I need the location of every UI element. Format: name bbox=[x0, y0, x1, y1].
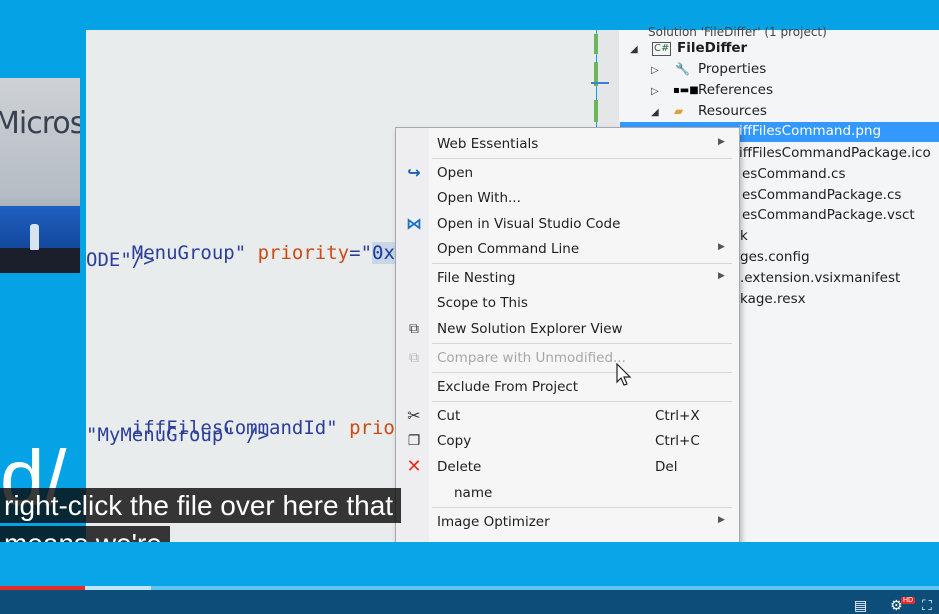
change-marker bbox=[594, 100, 598, 122]
menu-separator bbox=[432, 343, 732, 344]
water-bottle bbox=[30, 224, 39, 250]
menu-shortcut: Ctrl+C bbox=[655, 433, 700, 449]
menu-item-open-with[interactable]: Open With... bbox=[396, 186, 739, 212]
change-marker bbox=[594, 34, 598, 54]
menu-shortcut: Del bbox=[655, 459, 678, 475]
brand-text: Micros bbox=[0, 106, 80, 141]
scissors-icon: ✂ bbox=[407, 406, 421, 425]
menu-item-copy[interactable]: ❐ Copy Ctrl+C bbox=[396, 429, 739, 455]
code-line: ODE"/> bbox=[86, 249, 155, 271]
player-controls bbox=[0, 590, 939, 614]
menu-item-scope-to-this[interactable]: Scope to This bbox=[396, 291, 739, 317]
menu-separator bbox=[432, 263, 732, 264]
tree-item-file[interactable]: iffFilesCommand.png bbox=[739, 121, 881, 142]
menu-item-label: name bbox=[454, 485, 493, 501]
tree-item-file[interactable]: ges.config bbox=[740, 247, 810, 268]
menu-item-label: Web Essentials bbox=[437, 136, 539, 152]
menu-item-delete[interactable]: ✕ Delete Del bbox=[396, 455, 739, 481]
menu-item-label: Copy bbox=[437, 433, 472, 449]
tree-item-file[interactable]: esCommandPackage.cs bbox=[742, 185, 901, 206]
menu-item-label: Open Command Line bbox=[437, 241, 580, 257]
menu-item-label: Open in Visual Studio Code bbox=[437, 216, 621, 232]
code-line: "MyMenuGroup" /> bbox=[86, 424, 270, 446]
menu-item-cut[interactable]: ✂ Cut Ctrl+X bbox=[396, 404, 739, 430]
menu-item-label: File Nesting bbox=[437, 270, 516, 286]
tree-item-file[interactable]: esCommandPackage.vsct bbox=[742, 205, 915, 226]
code-attribute: priority bbox=[257, 242, 350, 264]
code-text: =" bbox=[349, 242, 373, 264]
menu-item-label: Compare with Unmodified... bbox=[437, 350, 626, 366]
subtitles-icon[interactable]: ▤ bbox=[854, 598, 867, 614]
menu-item-exclude-from-project[interactable]: Exclude From Project bbox=[396, 375, 739, 401]
tree-item-properties[interactable]: Properties bbox=[698, 59, 766, 80]
csharp-project-icon: C# bbox=[652, 42, 672, 56]
speaker-video-thumbnail: Micros bbox=[0, 78, 80, 273]
wrench-icon: 🔧 bbox=[675, 62, 690, 76]
menu-separator bbox=[432, 507, 732, 508]
caption-line: right-click the file over here that bbox=[0, 488, 402, 523]
delete-x-icon: ✕ bbox=[406, 456, 422, 477]
expanded-arrow-icon[interactable]: ◢ bbox=[651, 107, 659, 118]
menu-item-rename[interactable]: name bbox=[396, 481, 739, 507]
menu-item-file-nesting[interactable]: File Nesting ▶ bbox=[396, 266, 739, 292]
menu-separator bbox=[432, 401, 732, 402]
copy-icon: ❐ bbox=[407, 433, 421, 449]
menu-item-label: Exclude From Project bbox=[437, 379, 579, 395]
hd-badge: HD bbox=[901, 597, 916, 604]
collapsed-arrow-icon[interactable]: ▷ bbox=[651, 86, 659, 97]
menu-item-label: Cut bbox=[437, 408, 461, 424]
submenu-arrow-icon: ▶ bbox=[718, 137, 725, 147]
menu-item-open-in-vscode[interactable]: ⋈ Open in Visual Studio Code bbox=[396, 212, 739, 238]
tree-item-file[interactable]: .extension.vsixmanifest bbox=[740, 268, 900, 289]
collapsed-arrow-icon[interactable]: ▷ bbox=[651, 65, 659, 76]
submenu-arrow-icon: ▶ bbox=[718, 242, 725, 252]
menu-item-web-essentials[interactable]: Web Essentials ▶ bbox=[396, 132, 739, 158]
menu-item-label: New Solution Explorer View bbox=[437, 321, 623, 337]
submenu-arrow-icon: ▶ bbox=[718, 515, 725, 525]
menu-separator bbox=[432, 372, 732, 373]
project-node[interactable]: FileDiffer bbox=[677, 38, 747, 59]
tree-item-resources[interactable]: Resources bbox=[698, 101, 767, 122]
menu-item-compare-with-unmodified[interactable]: ⧉ Compare with Unmodified... bbox=[396, 346, 739, 372]
menu-separator bbox=[432, 158, 732, 159]
submenu-arrow-icon: ▶ bbox=[718, 271, 725, 281]
open-arrow-icon: ↪ bbox=[407, 163, 421, 182]
context-menu: Web Essentials ▶ ↪ Open Open With... ⋈ O… bbox=[395, 127, 740, 544]
desk bbox=[0, 248, 80, 273]
tree-item-file[interactable]: esCommand.cs bbox=[742, 164, 845, 185]
menu-shortcut: Ctrl+X bbox=[655, 408, 700, 424]
menu-item-label: Delete bbox=[437, 459, 482, 475]
menu-item-label: Open With... bbox=[437, 190, 521, 206]
tree-item-file[interactable]: k bbox=[740, 226, 748, 247]
folder-icon: ▰ bbox=[674, 104, 684, 118]
menu-item-open-command-line[interactable]: Open Command Line ▶ bbox=[396, 237, 739, 263]
menu-item-label: Open bbox=[437, 165, 474, 181]
tree-item-file[interactable]: kage.resx bbox=[740, 289, 806, 310]
menu-item-image-optimizer[interactable]: Image Optimizer ▶ bbox=[396, 510, 739, 536]
tree-item-file[interactable]: iffFilesCommandPackage.ico bbox=[739, 143, 931, 164]
mouse-pointer-icon bbox=[616, 363, 632, 386]
scroll-marker bbox=[591, 82, 609, 84]
menu-item-open[interactable]: ↪ Open bbox=[396, 161, 739, 187]
tree-item-references[interactable]: References bbox=[698, 80, 773, 101]
fullscreen-icon[interactable]: ⛶ bbox=[922, 598, 932, 614]
vscode-icon: ⋈ bbox=[406, 214, 422, 233]
menu-item-label: Image Optimizer bbox=[437, 514, 550, 530]
menu-item-new-solution-explorer-view[interactable]: ⧉ New Solution Explorer View bbox=[396, 317, 739, 343]
compare-icon: ⧉ bbox=[409, 350, 419, 366]
menu-item-label: Scope to This bbox=[437, 295, 528, 311]
references-icon: ▪▬■ bbox=[673, 85, 699, 96]
expanded-arrow-icon[interactable]: ◢ bbox=[630, 44, 638, 55]
new-view-icon: ⧉ bbox=[409, 321, 419, 337]
